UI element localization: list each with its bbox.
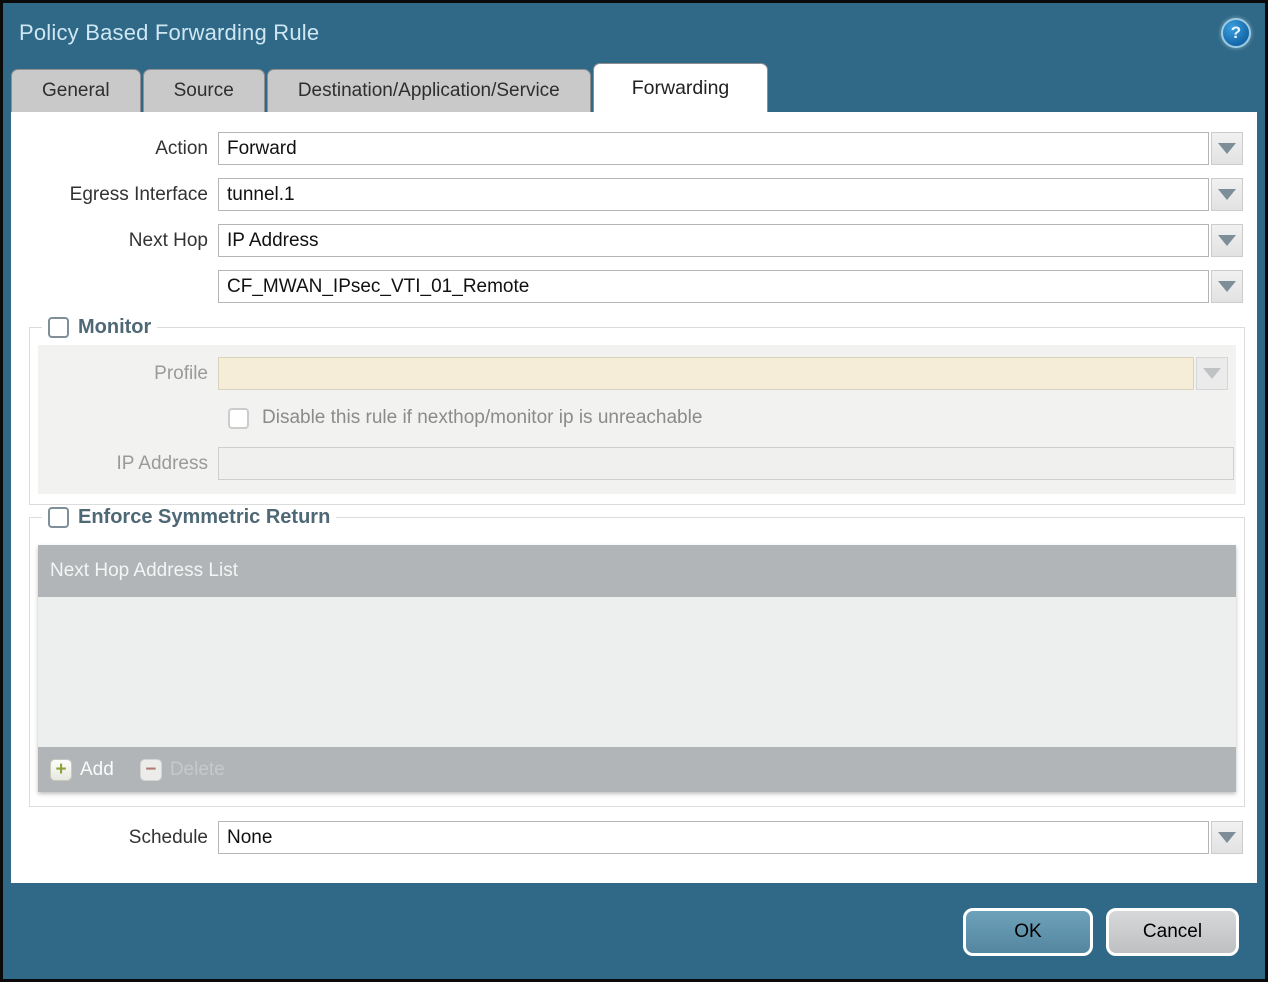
egress-interface-row: Egress Interface [11, 178, 1243, 211]
add-button[interactable]: + Add [50, 758, 114, 781]
schedule-select[interactable] [218, 821, 1209, 854]
tab-bar: General Source Destination/Application/S… [3, 63, 1265, 112]
monitor-group: Monitor Profile Disable this rule if nex… [29, 316, 1245, 505]
monitor-legend-label: Monitor [78, 316, 152, 338]
disable-rule-row: Disable this rule if nexthop/monitor ip … [228, 403, 1236, 433]
dialog-title: Policy Based Forwarding Rule [19, 20, 320, 45]
monitor-panel: Profile Disable this rule if nexthop/mon… [38, 345, 1236, 494]
schedule-label: Schedule [128, 826, 208, 848]
monitor-ip-address-label: IP Address [116, 452, 208, 474]
plus-icon: + [50, 758, 72, 781]
tab-forwarding[interactable]: Forwarding [592, 63, 769, 112]
tab-general[interactable]: General [11, 69, 141, 112]
help-icon[interactable]: ? [1221, 18, 1251, 48]
monitor-checkbox[interactable] [48, 317, 69, 338]
chevron-down-icon [1218, 235, 1236, 246]
action-row: Action [11, 132, 1243, 165]
next-hop-address-row [11, 270, 1243, 303]
cancel-button[interactable]: Cancel [1106, 908, 1239, 956]
egress-interface-select[interactable] [218, 178, 1209, 211]
tab-source[interactable]: Source [142, 69, 265, 112]
dialog-titlebar: Policy Based Forwarding Rule ? [3, 3, 1265, 63]
delete-button: − Delete [139, 758, 225, 781]
enforce-symmetric-return-legend: Enforce Symmetric Return [42, 506, 336, 529]
next-hop-label: Next Hop [128, 229, 208, 251]
next-hop-address-list-toolbar: + Add − Delete [38, 747, 1236, 792]
ok-button[interactable]: OK [963, 908, 1093, 956]
chevron-down-icon [1203, 368, 1221, 379]
profile-row: Profile [38, 357, 1228, 390]
next-hop-address-list-table: Next Hop Address List + Add − Delete [38, 545, 1236, 792]
schedule-dropdown-button[interactable] [1211, 821, 1243, 854]
help-glyph: ? [1230, 23, 1242, 42]
schedule-row: Schedule [11, 821, 1243, 854]
next-hop-dropdown-button[interactable] [1211, 224, 1243, 257]
minus-icon: − [139, 758, 162, 781]
monitor-legend: Monitor [42, 316, 157, 339]
enforce-symmetric-return-legend-label: Enforce Symmetric Return [78, 506, 331, 528]
next-hop-type-select[interactable] [218, 224, 1209, 257]
chevron-down-icon [1218, 832, 1236, 843]
monitor-ip-address-input [218, 447, 1234, 480]
next-hop-address-dropdown-button[interactable] [1211, 270, 1243, 303]
disable-rule-label: Disable this rule if nexthop/monitor ip … [262, 407, 703, 428]
profile-select [218, 357, 1194, 390]
next-hop-address-list-body[interactable] [38, 597, 1236, 747]
enforce-symmetric-return-checkbox[interactable] [48, 507, 69, 528]
next-hop-address-list-header: Next Hop Address List [38, 545, 1236, 597]
action-select[interactable] [218, 132, 1209, 165]
dialog-footer: OK Cancel [3, 883, 1265, 979]
chevron-down-icon [1218, 189, 1236, 200]
next-hop-address-select[interactable] [218, 270, 1209, 303]
chevron-down-icon [1218, 281, 1236, 292]
action-dropdown-button[interactable] [1211, 132, 1243, 165]
egress-interface-dropdown-button[interactable] [1211, 178, 1243, 211]
forwarding-tab-panel: Action Egress Interface Next Hop [11, 112, 1257, 883]
profile-label: Profile [154, 362, 208, 384]
tab-destination-application-service[interactable]: Destination/Application/Service [266, 69, 591, 112]
egress-interface-label: Egress Interface [69, 183, 208, 205]
enforce-symmetric-return-group: Enforce Symmetric Return Next Hop Addres… [29, 506, 1245, 807]
chevron-down-icon [1218, 143, 1236, 154]
monitor-ip-address-row: IP Address [38, 447, 1236, 480]
next-hop-row: Next Hop [11, 224, 1243, 257]
pbf-rule-dialog: Policy Based Forwarding Rule ? General S… [0, 0, 1268, 982]
action-label: Action [155, 137, 208, 159]
profile-dropdown-button [1196, 357, 1228, 390]
disable-rule-checkbox [228, 407, 249, 429]
